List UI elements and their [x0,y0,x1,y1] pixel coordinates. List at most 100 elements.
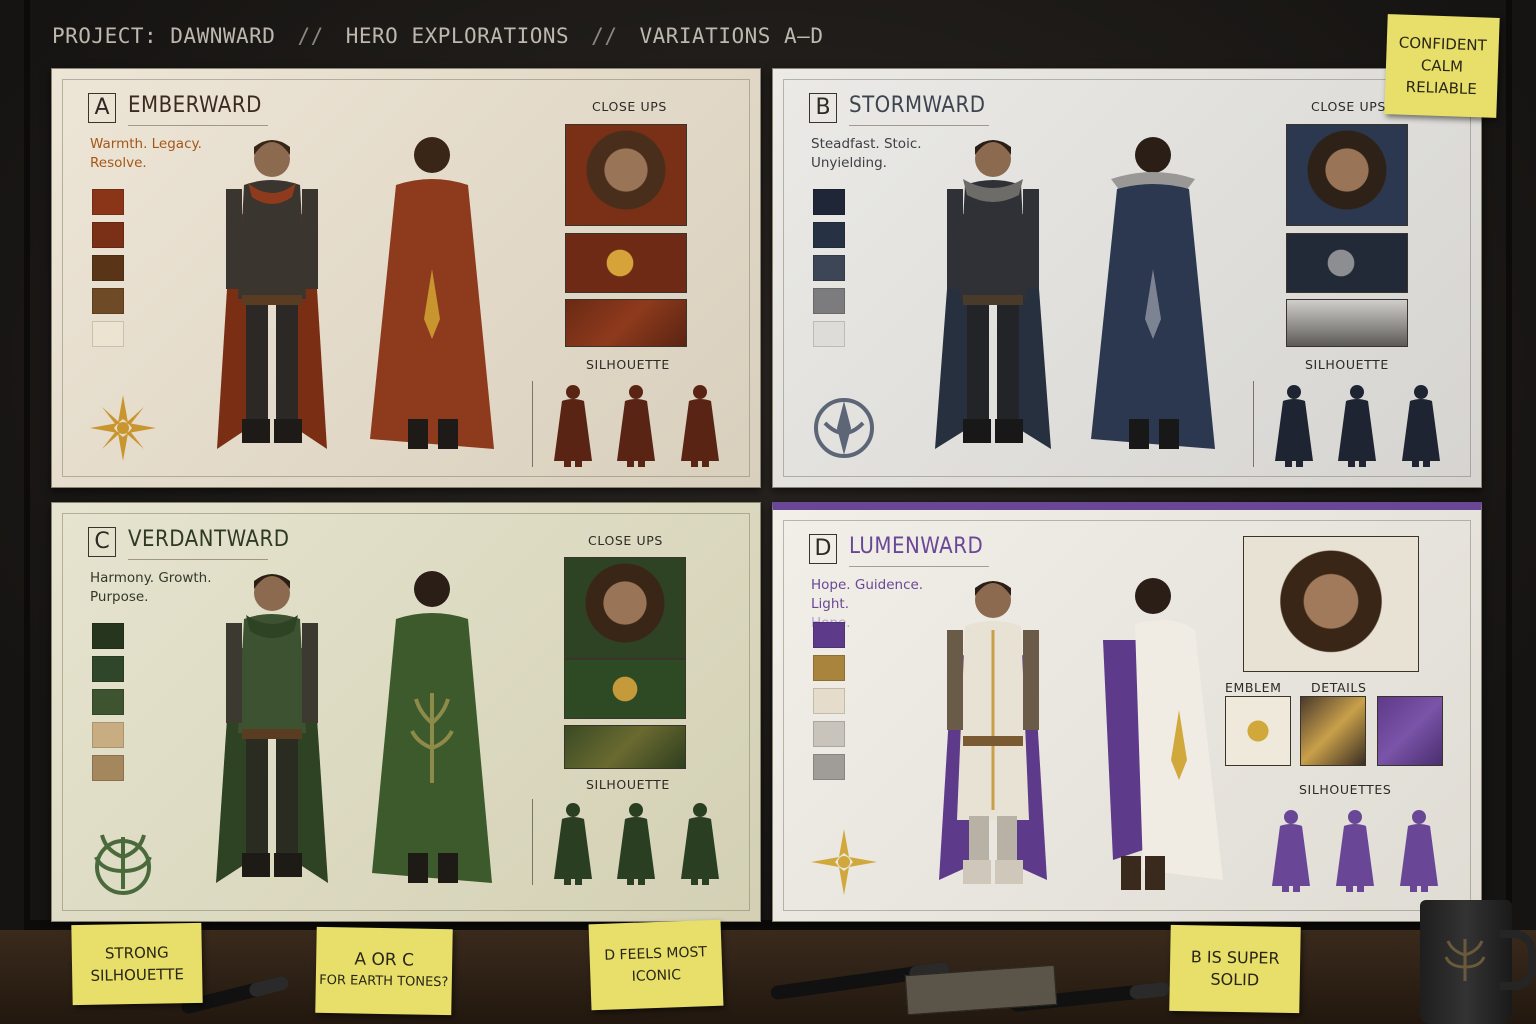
detail-emblem[interactable] [1225,696,1291,766]
sticky-note-a-or-c[interactable]: A OR C FOR EARTH TONES? [315,926,453,1016]
color-swatch[interactable] [813,622,845,648]
variation-name: EMBERWARD [128,93,262,118]
variation-name: LUMENWARD [849,534,984,559]
sticky-line: ICONIC [631,967,682,985]
color-swatch[interactable] [813,189,845,215]
closeup-face[interactable] [565,124,687,226]
closeup-face[interactable] [564,557,686,659]
color-palette [92,623,124,781]
star-emblem-icon [811,829,877,895]
silhouette-label: SILHOUETTE [586,357,670,372]
variation-name: VERDANTWARD [128,527,290,552]
color-swatch[interactable] [813,688,845,714]
silhouette-figure [1400,810,1438,892]
hero-back-view [1091,137,1215,449]
silhouette-row [1251,806,1451,892]
project-title: PROJECT: DAWNWARD [52,24,276,48]
silhouette-figure [681,803,720,885]
variation-letter: D [809,534,837,564]
silhouette-label: SILHOUETTE [586,777,670,792]
silhouette-figure [1274,385,1313,467]
hero-back-view [1103,578,1223,890]
color-swatch[interactable] [813,721,845,747]
header-separator: // [297,24,324,48]
board-header: PROJECT: DAWNWARD // HERO EXPLORATIONS /… [52,24,823,48]
closeup-clasp[interactable] [565,233,687,293]
silhouette-figure [1336,810,1374,892]
sticky-note-d-iconic[interactable]: D FEELS MOST ICONIC [588,919,724,1011]
color-swatch[interactable] [92,222,124,248]
sticky-note-top-right[interactable]: CONFIDENT CALM RELIABLE [1384,14,1500,118]
sticky-line: SOLID [1210,969,1260,990]
sticky-line: CONFIDENT [1398,33,1488,55]
sticky-line: CALM [1420,56,1464,76]
silhouette-row [1253,381,1453,467]
variation-sheet-a[interactable]: A EMBERWARD Warmth. Legacy. Resolve. CLO… [51,68,761,488]
variations-title: VARIATIONS A–D [639,24,824,48]
hero-front-view [935,140,1051,449]
variation-sheet-c[interactable]: C VERDANTWARD Harmony. Growth. Purpose. … [51,502,761,922]
mug-handle [1500,930,1536,990]
sticky-line: D FEELS MOST [604,944,708,964]
color-swatch[interactable] [92,189,124,215]
color-swatch[interactable] [92,321,124,347]
desk-shelf [0,930,1536,1024]
color-swatch[interactable] [813,655,845,681]
star-emblem-icon [90,395,156,461]
emblem-label: EMBLEM [1225,680,1282,695]
color-palette [92,189,124,347]
hero-front-view [217,140,327,449]
closeup-face[interactable] [1286,124,1408,226]
sticky-line: SILHOUETTE [90,965,185,985]
silhouette-figure [553,803,592,885]
color-swatch[interactable] [813,255,845,281]
sticky-note-strong-silhouette[interactable]: STRONG SILHOUETTE [71,922,203,1006]
color-swatch[interactable] [92,255,124,281]
section-title: HERO EXPLORATIONS [345,24,570,48]
detail-armor[interactable] [1300,696,1366,766]
hero-front-view [216,574,328,883]
sticky-line: B IS SUPER [1190,947,1280,968]
sticky-line: RELIABLE [1405,77,1478,99]
sticky-line: FOR EARTH TONES? [319,972,449,991]
silhouette-figure [617,385,656,467]
color-swatch[interactable] [92,288,124,314]
color-swatch[interactable] [92,722,124,748]
silhouette-row [532,381,732,467]
closeup-fur[interactable] [1286,299,1408,347]
color-swatch[interactable] [92,656,124,682]
silhouette-figure [617,803,656,885]
closeup-portrait[interactable] [1243,536,1419,672]
sticky-line: STRONG [104,943,169,963]
sticky-line: A OR C [354,949,415,971]
closeups-label: CLOSE UPS [1311,99,1386,114]
silhouette-figure [1402,385,1441,467]
variation-letter: A [88,93,116,123]
silhouette-figure [1338,385,1377,467]
color-swatch[interactable] [813,754,845,780]
variation-letter: C [88,527,116,557]
color-swatch[interactable] [92,623,124,649]
closeup-clasp[interactable] [564,659,686,719]
shield-emblem-icon [814,398,874,458]
closeup-clasp[interactable] [1286,233,1408,293]
closeup-fabric[interactable] [565,299,687,347]
detail-fabric[interactable] [1377,696,1443,766]
variation-sheet-d[interactable]: D LUMENWARD Hope. Guidence. Light. Hope.… [772,502,1482,922]
variation-letter: B [809,93,837,123]
leaf-emblem-icon [94,834,152,895]
closeups-label: CLOSE UPS [588,533,663,548]
mug-emblem-icon [1444,939,1486,981]
closeup-fabric[interactable] [564,725,686,769]
silhouette-figure [681,385,720,467]
color-swatch[interactable] [813,222,845,248]
variation-sheet-b[interactable]: B STORMWARD Steadfast. Stoic. Unyielding… [772,68,1482,488]
color-swatch[interactable] [92,755,124,781]
color-swatch[interactable] [813,321,845,347]
sticky-note-b-solid[interactable]: B IS SUPER SOLID [1169,924,1301,1014]
closeups-label: CLOSE UPS [592,99,667,114]
color-swatch[interactable] [92,689,124,715]
color-swatch[interactable] [813,288,845,314]
silhouette-figure [553,385,592,467]
variation-name: STORMWARD [849,93,986,118]
